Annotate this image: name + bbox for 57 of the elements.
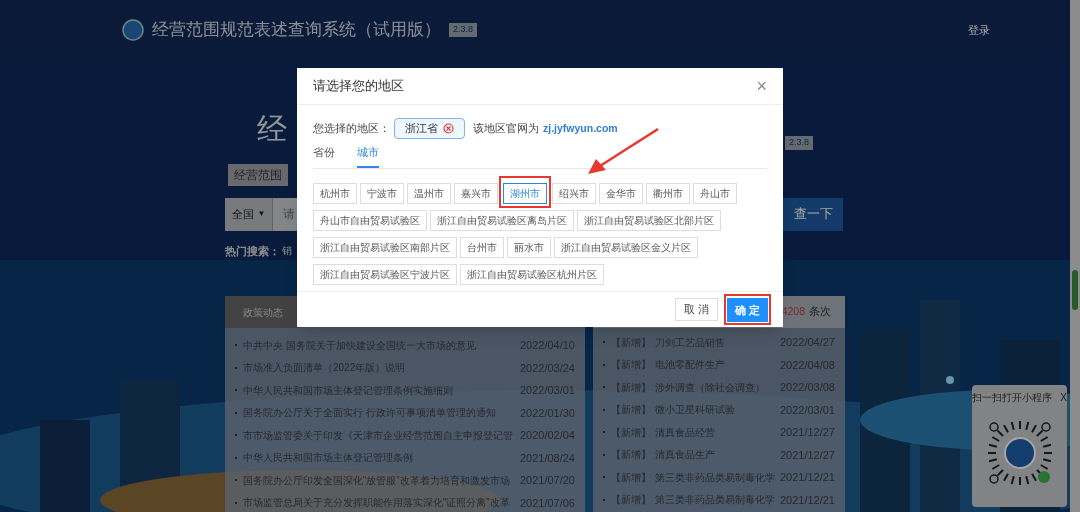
hot-search-label: 热门搜索： <box>225 243 280 259</box>
city-option[interactable]: 宁波市 <box>360 182 404 204</box>
login-link[interactable]: 登录 <box>968 21 990 39</box>
update-date: 2021/12/27 <box>779 447 835 463</box>
city-option[interactable]: 嘉兴市 <box>454 182 498 204</box>
confirm-button[interactable]: 确 定 <box>727 298 768 323</box>
city-option[interactable]: 温州市 <box>407 182 451 204</box>
news-date: 2021/07/20 <box>519 473 575 488</box>
city-option[interactable]: 浙江自由贸易试验区南部片区 <box>313 236 457 258</box>
news-date: 2020/02/04 <box>519 428 575 443</box>
news-date: 2021/07/06 <box>519 495 575 511</box>
news-date: 2022/03/01 <box>519 383 575 398</box>
chosen-region-label: 您选择的地区： <box>313 120 390 136</box>
close-button[interactable]: × <box>756 77 767 95</box>
city-option[interactable]: 丽水市 <box>507 236 551 258</box>
search-button[interactable]: 查一下 <box>783 197 843 231</box>
region-tab[interactable]: 城市 <box>357 145 379 168</box>
city-option[interactable]: 杭州市 <box>313 182 357 204</box>
update-count: 4208 <box>781 304 805 320</box>
news-date: 2021/08/24 <box>519 450 575 466</box>
hero-title: 经 <box>257 114 287 144</box>
city-option[interactable]: 绍兴市 <box>552 182 596 204</box>
update-date: 2022/03/01 <box>779 402 835 418</box>
city-option[interactable]: 台州市 <box>460 236 504 258</box>
city-option[interactable]: 舟山市 <box>693 182 737 204</box>
city-option[interactable]: 湖州市 <box>503 182 547 204</box>
city-option[interactable]: 衢州市 <box>646 182 690 204</box>
panel-tab[interactable]: 政策动态 <box>225 296 300 328</box>
hot-search-term[interactable]: 销 <box>282 243 292 259</box>
dialog-title: 请选择您的地区 <box>313 77 404 96</box>
city-option[interactable]: 金华市 <box>599 182 643 204</box>
city-option[interactable]: 浙江自由贸易试验区金义片区 <box>554 236 698 258</box>
logo-icon <box>122 19 144 41</box>
site-link[interactable]: zj.jyfwyun.com <box>543 120 618 137</box>
site-label: 该地区官网为 <box>473 120 539 136</box>
count-unit: 条次 <box>809 304 831 320</box>
region-tab[interactable]: 省份 <box>313 145 335 168</box>
update-date: 2021/12/27 <box>779 425 835 440</box>
region-chip[interactable]: 浙江省 <box>394 118 465 139</box>
version-badge: 2.3.8 <box>449 23 478 37</box>
city-option[interactable]: 浙江自由贸易试验区离岛片区 <box>430 209 574 231</box>
caret-icon: ▼ <box>257 208 266 220</box>
news-date: 2022/01/30 <box>519 405 575 421</box>
city-option[interactable]: 舟山市自由贸易试验区 <box>313 209 427 231</box>
city-option[interactable]: 浙江自由贸易试验区宁波片区 <box>313 263 457 285</box>
remove-icon[interactable] <box>443 123 454 134</box>
update-date: 2021/12/21 <box>779 470 835 485</box>
region-chip-label: 浙江省 <box>405 120 438 136</box>
scope-select[interactable]: 全国 ▼ <box>225 197 272 231</box>
cancel-button[interactable]: 取 消 <box>675 298 718 321</box>
city-option[interactable]: 浙江自由贸易试验区杭州片区 <box>460 263 604 285</box>
app-title: 经营范围规范表述查询系统（试用版） <box>152 19 441 42</box>
city-option[interactable]: 浙江自由贸易试验区北部片区 <box>577 209 721 231</box>
close-button[interactable]: X <box>1060 390 1067 405</box>
update-date: 2021/12/21 <box>779 492 835 508</box>
version-badge: 2.3.8 <box>785 136 814 150</box>
category-badge: 经营范围 <box>228 163 288 186</box>
